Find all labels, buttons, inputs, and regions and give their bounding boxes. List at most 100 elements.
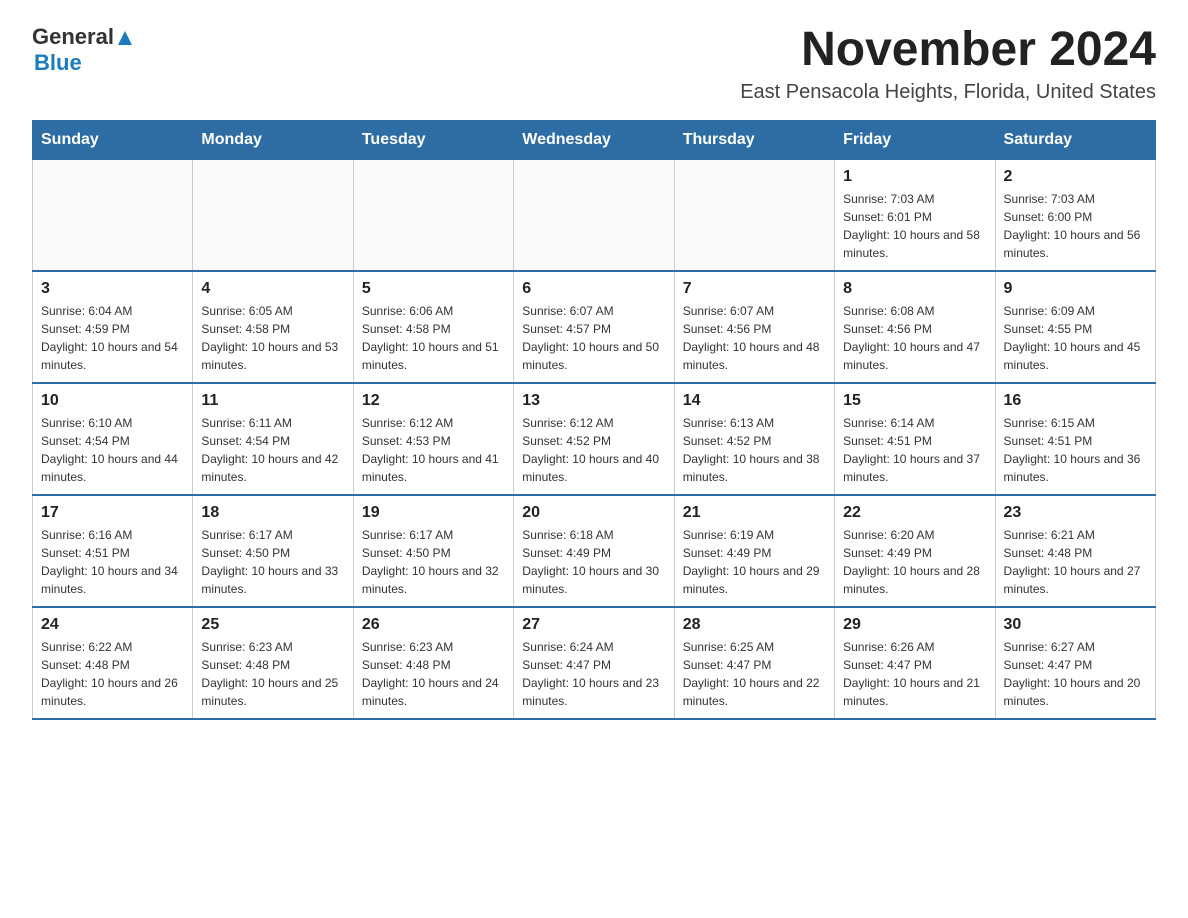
day-number: 1 (843, 168, 986, 186)
day-info: Sunrise: 6:05 AMSunset: 4:58 PMDaylight:… (201, 302, 344, 374)
calendar-cell: 26 Sunrise: 6:23 AMSunset: 4:48 PMDayligh… (353, 607, 513, 719)
calendar-cell: 7 Sunrise: 6:07 AMSunset: 4:56 PMDaylight… (674, 271, 834, 383)
day-info: Sunrise: 6:23 AMSunset: 4:48 PMDaylight:… (362, 638, 505, 710)
day-info: Sunrise: 6:06 AMSunset: 4:58 PMDaylight:… (362, 302, 505, 374)
day-info: Sunrise: 6:17 AMSunset: 4:50 PMDaylight:… (201, 526, 344, 598)
day-number: 3 (41, 280, 184, 298)
day-number: 20 (522, 504, 665, 522)
day-number: 15 (843, 392, 986, 410)
calendar-cell (514, 159, 674, 271)
day-number: 8 (843, 280, 986, 298)
calendar-cell: 17 Sunrise: 6:16 AMSunset: 4:51 PMDayligh… (33, 495, 193, 607)
calendar-table: SundayMondayTuesdayWednesdayThursdayFrid… (32, 120, 1156, 720)
day-number: 19 (362, 504, 505, 522)
day-number: 7 (683, 280, 826, 298)
calendar-week-2: 3Sunrise: 6:04 AMSunset: 4:59 PMDaylight… (33, 271, 1156, 383)
page-subtitle: East Pensacola Heights, Florida, United … (740, 81, 1156, 104)
calendar-cell: 27Sunrise: 6:24 AMSunset: 4:47 PMDayligh… (514, 607, 674, 719)
logo-general-text: General (32, 24, 114, 50)
calendar-week-5: 24Sunrise: 6:22 AMSunset: 4:48 PMDayligh… (33, 607, 1156, 719)
calendar-cell: 16 Sunrise: 6:15 AMSunset: 4:51 PMDayligh… (995, 383, 1155, 495)
day-info: Sunrise: 6:14 AMSunset: 4:51 PMDaylight:… (843, 414, 986, 486)
title-block: November 2024 East Pensacola Heights, Fl… (740, 24, 1156, 104)
logo: General Blue (32, 24, 134, 76)
day-info: Sunrise: 6:20 AMSunset: 4:49 PMDaylight:… (843, 526, 986, 598)
day-info: Sunrise: 6:07 AMSunset: 4:56 PMDaylight:… (683, 302, 826, 374)
day-number: 5 (362, 280, 505, 298)
page-title: November 2024 (740, 24, 1156, 77)
calendar-cell (33, 159, 193, 271)
day-info: Sunrise: 6:12 AMSunset: 4:53 PMDaylight:… (362, 414, 505, 486)
day-info: Sunrise: 6:15 AMSunset: 4:51 PMDaylight:… (1004, 414, 1147, 486)
calendar-week-3: 10Sunrise: 6:10 AMSunset: 4:54 PMDayligh… (33, 383, 1156, 495)
calendar-header-wednesday: Wednesday (514, 120, 674, 159)
day-info: Sunrise: 6:12 AMSunset: 4:52 PMDaylight:… (522, 414, 665, 486)
day-number: 28 (683, 616, 826, 634)
day-number: 29 (843, 616, 986, 634)
calendar-cell: 2 Sunrise: 7:03 AMSunset: 6:00 PMDaylight… (995, 159, 1155, 271)
calendar-cell: 29 Sunrise: 6:26 AMSunset: 4:47 PMDayligh… (835, 607, 995, 719)
calendar-cell: 23Sunrise: 6:21 AMSunset: 4:48 PMDayligh… (995, 495, 1155, 607)
day-number: 21 (683, 504, 826, 522)
day-number: 22 (843, 504, 986, 522)
day-number: 11 (201, 392, 344, 410)
calendar-cell: 1 Sunrise: 7:03 AMSunset: 6:01 PMDaylight… (835, 159, 995, 271)
day-number: 24 (41, 616, 184, 634)
day-info: Sunrise: 7:03 AMSunset: 6:00 PMDaylight:… (1004, 190, 1147, 262)
calendar-header-row: SundayMondayTuesdayWednesdayThursdayFrid… (33, 120, 1156, 159)
calendar-cell: 24Sunrise: 6:22 AMSunset: 4:48 PMDayligh… (33, 607, 193, 719)
day-number: 14 (683, 392, 826, 410)
calendar-cell: 6Sunrise: 6:07 AMSunset: 4:57 PMDaylight… (514, 271, 674, 383)
calendar-cell: 25Sunrise: 6:23 AMSunset: 4:48 PMDayligh… (193, 607, 353, 719)
day-info: Sunrise: 6:16 AMSunset: 4:51 PMDaylight:… (41, 526, 184, 598)
day-number: 13 (522, 392, 665, 410)
calendar-header-thursday: Thursday (674, 120, 834, 159)
calendar-header-sunday: Sunday (33, 120, 193, 159)
day-number: 17 (41, 504, 184, 522)
day-info: Sunrise: 6:08 AMSunset: 4:56 PMDaylight:… (843, 302, 986, 374)
day-info: Sunrise: 6:18 AMSunset: 4:49 PMDaylight:… (522, 526, 665, 598)
day-number: 2 (1004, 168, 1147, 186)
calendar-cell: 22 Sunrise: 6:20 AMSunset: 4:49 PMDayligh… (835, 495, 995, 607)
calendar-cell: 15 Sunrise: 6:14 AMSunset: 4:51 PMDayligh… (835, 383, 995, 495)
calendar-cell: 18 Sunrise: 6:17 AMSunset: 4:50 PMDayligh… (193, 495, 353, 607)
calendar-cell: 28 Sunrise: 6:25 AMSunset: 4:47 PMDayligh… (674, 607, 834, 719)
calendar-cell (353, 159, 513, 271)
calendar-cell: 4 Sunrise: 6:05 AMSunset: 4:58 PMDaylight… (193, 271, 353, 383)
calendar-cell: 5 Sunrise: 6:06 AMSunset: 4:58 PMDaylight… (353, 271, 513, 383)
calendar-cell: 10Sunrise: 6:10 AMSunset: 4:54 PMDayligh… (33, 383, 193, 495)
day-info: Sunrise: 6:24 AMSunset: 4:47 PMDaylight:… (522, 638, 665, 710)
day-number: 16 (1004, 392, 1147, 410)
logo-triangle-icon (116, 29, 134, 47)
calendar-cell: 8 Sunrise: 6:08 AMSunset: 4:56 PMDaylight… (835, 271, 995, 383)
day-info: Sunrise: 7:03 AMSunset: 6:01 PMDaylight:… (843, 190, 986, 262)
calendar-cell: 19Sunrise: 6:17 AMSunset: 4:50 PMDayligh… (353, 495, 513, 607)
calendar-cell: 11Sunrise: 6:11 AMSunset: 4:54 PMDayligh… (193, 383, 353, 495)
calendar-cell: 21 Sunrise: 6:19 AMSunset: 4:49 PMDayligh… (674, 495, 834, 607)
day-number: 4 (201, 280, 344, 298)
calendar-header-saturday: Saturday (995, 120, 1155, 159)
day-number: 26 (362, 616, 505, 634)
calendar-cell (674, 159, 834, 271)
day-info: Sunrise: 6:25 AMSunset: 4:47 PMDaylight:… (683, 638, 826, 710)
calendar-cell: 30Sunrise: 6:27 AMSunset: 4:47 PMDayligh… (995, 607, 1155, 719)
calendar-cell: 9 Sunrise: 6:09 AMSunset: 4:55 PMDaylight… (995, 271, 1155, 383)
calendar-cell: 3Sunrise: 6:04 AMSunset: 4:59 PMDaylight… (33, 271, 193, 383)
calendar-cell: 14Sunrise: 6:13 AMSunset: 4:52 PMDayligh… (674, 383, 834, 495)
calendar-week-4: 17 Sunrise: 6:16 AMSunset: 4:51 PMDayligh… (33, 495, 1156, 607)
day-info: Sunrise: 6:19 AMSunset: 4:49 PMDaylight:… (683, 526, 826, 598)
day-info: Sunrise: 6:27 AMSunset: 4:47 PMDaylight:… (1004, 638, 1147, 710)
calendar-cell: 20 Sunrise: 6:18 AMSunset: 4:49 PMDayligh… (514, 495, 674, 607)
day-info: Sunrise: 6:23 AMSunset: 4:48 PMDaylight:… (201, 638, 344, 710)
day-info: Sunrise: 6:21 AMSunset: 4:48 PMDaylight:… (1004, 526, 1147, 598)
day-number: 18 (201, 504, 344, 522)
calendar-cell: 13 Sunrise: 6:12 AMSunset: 4:52 PMDayligh… (514, 383, 674, 495)
day-number: 9 (1004, 280, 1147, 298)
day-info: Sunrise: 6:26 AMSunset: 4:47 PMDaylight:… (843, 638, 986, 710)
day-info: Sunrise: 6:09 AMSunset: 4:55 PMDaylight:… (1004, 302, 1147, 374)
calendar-week-1: 1 Sunrise: 7:03 AMSunset: 6:01 PMDaylight… (33, 159, 1156, 271)
page-header: General Blue November 2024 East Pensacol… (32, 24, 1156, 104)
calendar-header-monday: Monday (193, 120, 353, 159)
day-info: Sunrise: 6:10 AMSunset: 4:54 PMDaylight:… (41, 414, 184, 486)
calendar-header-tuesday: Tuesday (353, 120, 513, 159)
